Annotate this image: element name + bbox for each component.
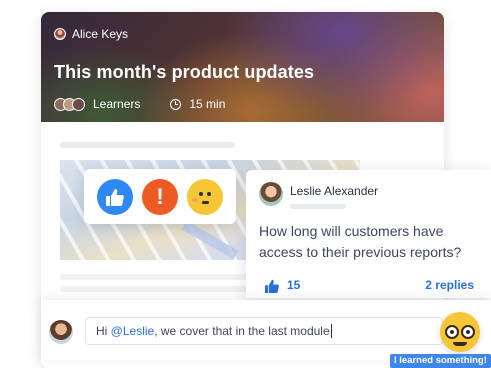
commenter-avatar bbox=[259, 182, 283, 206]
nerd-face-reaction-button[interactable] bbox=[440, 312, 480, 352]
author-avatar bbox=[54, 28, 66, 40]
author-name: Alice Keys bbox=[72, 27, 129, 41]
exclamation-icon: ! bbox=[156, 183, 164, 209]
thumbs-up-icon bbox=[105, 188, 124, 206]
reply-bar: Hi @Leslie , we cover that in the last m… bbox=[41, 300, 491, 360]
audience-label: Learners bbox=[93, 97, 141, 111]
reaction-tooltip: I learned something! bbox=[390, 354, 491, 368]
user-mention[interactable]: @Leslie bbox=[111, 324, 155, 338]
comment-text: How long will customers have access to t… bbox=[259, 223, 462, 260]
lesson-meta: Learners 15 min bbox=[54, 97, 225, 111]
comment-card: Leslie Alexander How long will customers… bbox=[246, 170, 491, 298]
duration-label: 15 min bbox=[189, 97, 226, 111]
lesson-author: Alice Keys bbox=[54, 27, 128, 41]
blushing-face-reaction-button[interactable] bbox=[187, 178, 224, 215]
reply-text-suffix: , we cover that in the last module bbox=[154, 324, 330, 338]
clock-icon bbox=[170, 98, 182, 110]
reply-input[interactable]: Hi @Leslie , we cover that in the last m… bbox=[85, 317, 443, 345]
like-count[interactable]: 15 bbox=[287, 278, 300, 292]
current-user-avatar bbox=[49, 320, 73, 344]
replies-link[interactable]: 2 replies bbox=[425, 278, 474, 292]
content-placeholder-line bbox=[60, 274, 250, 280]
reply-text-prefix: Hi bbox=[96, 324, 111, 338]
content-placeholder-line bbox=[60, 286, 250, 292]
learner-avatars bbox=[54, 97, 85, 111]
alert-reaction-button[interactable]: ! bbox=[141, 178, 178, 215]
like-reaction-button[interactable] bbox=[96, 178, 133, 215]
like-icon[interactable] bbox=[264, 279, 280, 293]
comment-meta-placeholder bbox=[290, 204, 346, 209]
text-caret bbox=[330, 324, 332, 338]
reaction-picker: ! bbox=[84, 169, 236, 224]
content-placeholder-line bbox=[60, 142, 235, 148]
lesson-title: This month's product updates bbox=[54, 62, 315, 82]
commenter-name: Leslie Alexander bbox=[290, 184, 379, 198]
